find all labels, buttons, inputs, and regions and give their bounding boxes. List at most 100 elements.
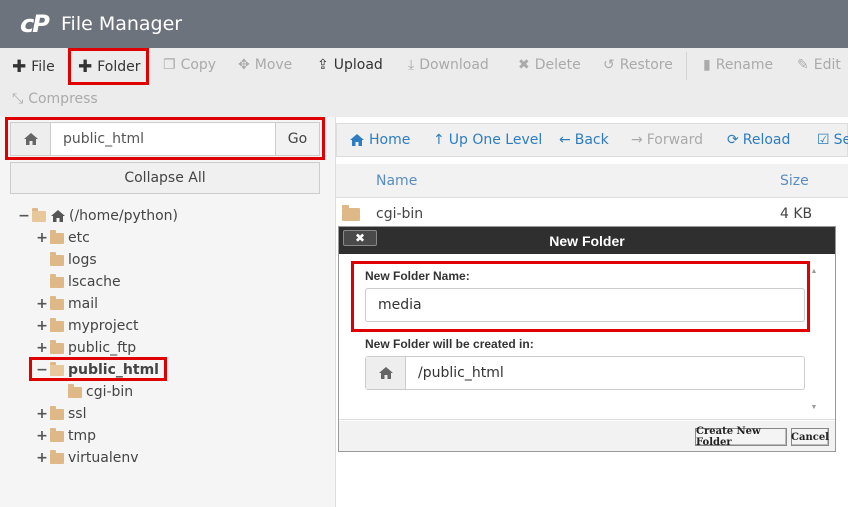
column-name[interactable]: Name xyxy=(376,173,417,189)
copy-icon: ❐ xyxy=(163,57,176,73)
nav-back-button[interactable]: ← Back xyxy=(559,132,609,148)
nav-bar: Home ↑ Up One Level ← Back → Forward ⟳ R… xyxy=(336,123,848,157)
create-folder-button[interactable]: Create New Folder xyxy=(695,426,787,448)
copy-label: Copy xyxy=(180,57,217,73)
file-list-header: Name Size xyxy=(336,164,848,198)
file-size: 4 KB xyxy=(780,206,813,222)
file-row[interactable]: cgi-bin 4 KB xyxy=(336,200,848,228)
copy-button[interactable]: ❐ Copy xyxy=(163,57,216,73)
delete-button[interactable]: ✖ Delete xyxy=(518,57,581,73)
folder-icon xyxy=(50,449,64,464)
new-folder-button[interactable]: ✚ Folder xyxy=(78,57,141,77)
folder-icon xyxy=(50,251,64,266)
tree-item-lscache[interactable]: lscache xyxy=(36,271,121,293)
folder-icon xyxy=(50,229,64,244)
edit-button[interactable]: ✎ Edit xyxy=(797,57,841,73)
tree-item-label: (/home/python) xyxy=(69,208,179,224)
rename-label: Rename xyxy=(715,57,774,73)
restore-button[interactable]: ↺ Restore xyxy=(603,57,673,73)
expand-icon[interactable]: + xyxy=(36,297,48,311)
tree-item-etc[interactable]: + etc xyxy=(36,227,90,249)
undo-icon: ↺ xyxy=(603,57,615,73)
plus-icon: ✚ xyxy=(78,57,93,77)
move-button[interactable]: ✥ Move xyxy=(238,57,292,73)
move-label: Move xyxy=(254,57,293,73)
folder-open-icon xyxy=(50,361,64,376)
folder-icon xyxy=(50,273,64,288)
nav-forward-label: Forward xyxy=(646,132,704,148)
plus-icon: ✚ xyxy=(12,57,27,77)
tree-item-root[interactable]: − (/home/python) xyxy=(18,205,178,227)
nav-reload-button[interactable]: ⟳ Reload xyxy=(727,132,790,148)
download-button[interactable]: ⤓ Download xyxy=(408,57,489,73)
tree-item-label: mail xyxy=(68,296,98,312)
tree-item-label: virtualenv xyxy=(68,450,139,466)
tree-item-logs[interactable]: logs xyxy=(36,249,97,271)
tree-item-label: public_ftp xyxy=(68,340,137,356)
arrow-left-icon: ← xyxy=(559,132,571,148)
tree-item-label: logs xyxy=(68,252,97,268)
new-folder-dialog: ✖ New Folder New Folder Name: New Folder… xyxy=(338,226,836,452)
cancel-button[interactable]: Cancel xyxy=(791,428,829,446)
folder-location-label: New Folder will be created in: xyxy=(365,337,534,351)
download-label: Download xyxy=(419,57,489,73)
tree-item-label: lscache xyxy=(68,274,121,290)
home-icon[interactable] xyxy=(11,123,51,155)
tree-item-public-html[interactable]: − public_html xyxy=(36,359,159,381)
download-icon: ⤓ xyxy=(408,57,415,73)
path-input[interactable] xyxy=(51,123,275,155)
go-button[interactable]: Go xyxy=(275,123,319,155)
collapse-icon[interactable]: − xyxy=(18,209,30,223)
reload-icon: ⟳ xyxy=(727,132,739,148)
nav-forward-button[interactable]: → Forward xyxy=(631,132,703,148)
folder-name-input[interactable] xyxy=(365,288,805,322)
nav-reload-label: Reload xyxy=(742,132,791,148)
home-icon xyxy=(350,134,364,146)
nav-back-label: Back xyxy=(574,132,609,148)
expand-icon[interactable]: + xyxy=(36,231,48,245)
dialog-title: New Folder xyxy=(549,233,625,249)
tree-item-tmp[interactable]: + tmp xyxy=(36,425,96,447)
folder-icon xyxy=(50,317,64,332)
dialog-title-bar[interactable]: ✖ New Folder xyxy=(339,227,835,254)
nav-home-button[interactable]: Home xyxy=(349,132,410,148)
new-file-label: File xyxy=(31,59,55,75)
column-size[interactable]: Size xyxy=(780,173,809,189)
nav-up-button[interactable]: ↑ Up One Level xyxy=(433,132,542,148)
compress-button[interactable]: ⤡ Compress xyxy=(12,91,98,107)
tree-item-myproject[interactable]: + myproject xyxy=(36,315,139,337)
dialog-scrollbar[interactable]: ▲ ▼ xyxy=(809,268,819,418)
app-title: File Manager xyxy=(61,13,183,35)
tree-item-label: etc xyxy=(68,230,90,246)
expand-icon[interactable]: + xyxy=(36,319,48,333)
rename-button[interactable]: ▮ Rename xyxy=(703,57,773,73)
tree-item-public-ftp[interactable]: + public_ftp xyxy=(36,337,136,359)
cpanel-logo[interactable]: cP xyxy=(20,10,54,38)
tree-item-ssl[interactable]: + ssl xyxy=(36,403,86,425)
collapse-all-button[interactable]: Collapse All xyxy=(10,162,320,194)
upload-button[interactable]: ⇪ Upload xyxy=(317,57,383,73)
tree-item-cgi-bin[interactable]: cgi-bin xyxy=(54,381,133,403)
tree-item-mail[interactable]: + mail xyxy=(36,293,98,315)
home-icon xyxy=(51,210,65,222)
file-icon: ▮ xyxy=(703,57,711,73)
expand-icon[interactable]: + xyxy=(36,451,48,465)
nav-up-label: Up One Level xyxy=(448,132,543,148)
collapse-icon[interactable]: − xyxy=(36,363,48,377)
expand-icon[interactable]: + xyxy=(36,407,48,421)
scroll-down-icon[interactable]: ▼ xyxy=(809,404,819,411)
scroll-up-icon[interactable]: ▲ xyxy=(809,268,819,275)
folder-icon xyxy=(50,427,64,442)
expand-icon[interactable]: + xyxy=(36,341,48,355)
folder-icon xyxy=(68,383,82,398)
tree-item-label: ssl xyxy=(68,406,87,422)
tree-item-virtualenv[interactable]: + virtualenv xyxy=(36,447,139,469)
expand-icon[interactable]: + xyxy=(36,429,48,443)
arrow-up-icon: ↑ xyxy=(433,132,445,148)
new-file-button[interactable]: ✚ File xyxy=(12,57,55,77)
nav-select-button[interactable]: ☑ Se xyxy=(817,132,848,148)
compress-label: Compress xyxy=(28,91,98,107)
dialog-footer: Create New Folder Cancel xyxy=(339,421,835,451)
folder-icon xyxy=(342,205,360,221)
tree-item-label: tmp xyxy=(68,428,97,444)
